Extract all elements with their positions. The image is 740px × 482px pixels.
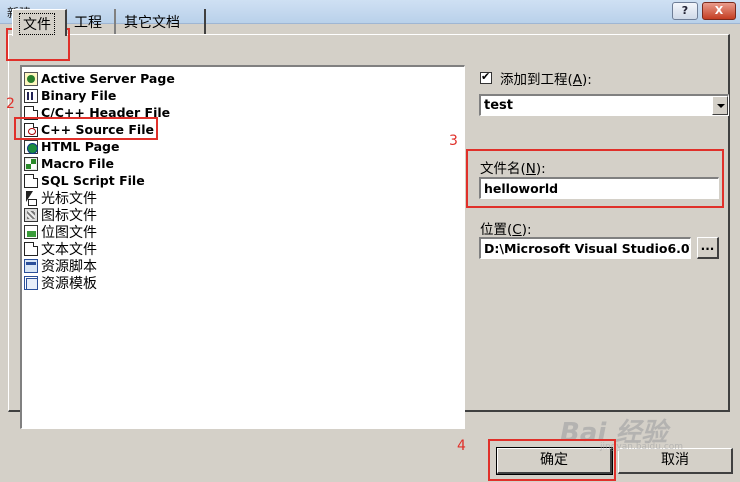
location-label: 位置(C): bbox=[480, 222, 532, 238]
project-select-value: test bbox=[484, 98, 513, 113]
macro-file-icon bbox=[24, 156, 38, 171]
list-item-label: 资源模板 bbox=[41, 275, 97, 292]
close-button[interactable]: X bbox=[702, 2, 736, 20]
annotation-box-ok-button bbox=[488, 439, 616, 481]
list-item-bitmap-file[interactable]: 位图文件 bbox=[24, 223, 97, 241]
list-item-active-server-page[interactable]: Active Server Page bbox=[24, 70, 175, 87]
annotation-number-2: 2 bbox=[6, 96, 15, 112]
annotation-box-cpp-source bbox=[14, 117, 158, 140]
list-item-binary-file[interactable]: Binary File bbox=[24, 87, 116, 104]
tab-file-label: 文件 bbox=[19, 13, 55, 35]
binary-file-icon bbox=[24, 88, 38, 103]
tab-file[interactable]: 文件 bbox=[12, 9, 67, 36]
add-to-project-checkbox[interactable] bbox=[480, 70, 492, 84]
list-item-macro-file[interactable]: Macro File bbox=[24, 155, 114, 172]
annotation-number-3: 3 bbox=[449, 133, 458, 149]
list-item-text-file[interactable]: 文本文件 bbox=[24, 240, 97, 258]
annotation-number-4: 4 bbox=[457, 438, 466, 454]
list-item-label: Active Server Page bbox=[41, 71, 175, 86]
list-item-cursor-file[interactable]: 光标文件 bbox=[24, 189, 97, 207]
add-to-project-row: 添加到工程(A): bbox=[480, 68, 592, 88]
list-item-label: HTML Page bbox=[41, 139, 120, 154]
project-select[interactable]: test bbox=[479, 94, 729, 116]
html-page-icon bbox=[24, 139, 38, 154]
resource-script-icon bbox=[24, 258, 38, 273]
help-button[interactable]: ? bbox=[672, 2, 698, 20]
chevron-down-icon[interactable] bbox=[712, 96, 728, 115]
tab-project[interactable]: 工程 bbox=[68, 9, 116, 34]
add-to-project-label: 添加到工程(A): bbox=[500, 72, 592, 88]
resource-template-icon bbox=[24, 275, 38, 290]
bitmap-file-icon bbox=[24, 224, 38, 239]
list-item-label: Binary File bbox=[41, 88, 117, 103]
text-file-icon bbox=[24, 241, 38, 256]
asp-icon bbox=[24, 71, 38, 86]
icon-file-icon bbox=[24, 207, 38, 222]
list-item-icon-file[interactable]: 图标文件 bbox=[24, 206, 97, 224]
browse-button[interactable]: ... bbox=[697, 237, 719, 259]
cursor-file-icon bbox=[24, 190, 38, 206]
location-input[interactable]: D:\Microsoft Visual Studio6.0\My bbox=[479, 237, 691, 259]
list-item-resource-template[interactable]: 资源模板 bbox=[24, 274, 97, 292]
list-item-sql-script-file[interactable]: SQL Script File bbox=[24, 172, 145, 189]
list-item-html-page[interactable]: HTML Page bbox=[24, 138, 119, 155]
tab-other-documents[interactable]: 其它文档 bbox=[118, 9, 206, 34]
list-item-label: SQL Script File bbox=[41, 173, 145, 188]
list-item-resource-script[interactable]: 资源脚本 bbox=[24, 257, 97, 275]
sql-script-icon bbox=[24, 173, 38, 188]
list-item-label: Macro File bbox=[41, 156, 114, 171]
annotation-box-filename bbox=[466, 149, 724, 208]
